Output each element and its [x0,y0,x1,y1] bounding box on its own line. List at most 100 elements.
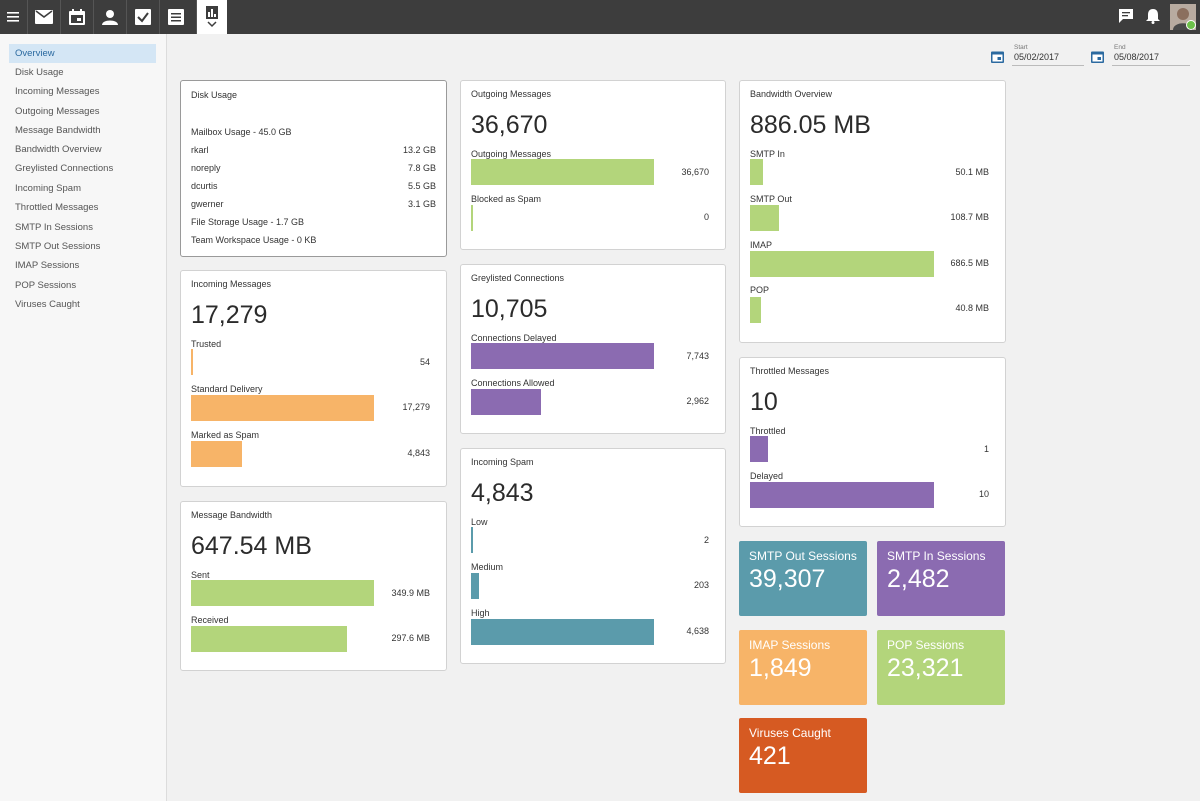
reports-icon[interactable] [196,0,227,34]
message-bandwidth-card[interactable]: Message Bandwidth 647.54 MB Sent 349.9 M… [180,501,447,671]
viruses-caught-tile[interactable]: Viruses Caught 421 [739,718,867,793]
bar [471,573,480,599]
bar-label: POP [750,285,770,295]
bar [471,205,473,231]
sidebar-item-smtp-out-sessions[interactable]: SMTP Out Sessions [9,237,156,256]
disk-row-name: rkarl [191,145,209,155]
bar-label: Throttled [750,426,786,436]
bar-value: 2,962 [686,396,709,406]
smtp-in-sessions-tile[interactable]: SMTP In Sessions 2,482 [877,541,1005,616]
sidebar-item-message-bandwidth[interactable]: Message Bandwidth [9,121,156,140]
card-total: 10,705 [471,295,548,323]
bar-label: Sent [191,570,210,580]
bar-label: Low [471,517,488,527]
calendar-icon[interactable] [1091,50,1105,64]
bar [750,436,769,462]
throttled-messages-card[interactable]: Throttled Messages 10 Throttled 1 Delaye… [739,357,1006,527]
sidebar-item-overview[interactable]: Overview [9,44,156,63]
bar-value: 349.9 MB [391,588,430,598]
bar [191,349,193,375]
sidebar: Overview Disk Usage Incoming Messages Ou… [0,34,167,801]
bar [471,159,654,185]
bar-label: High [471,608,490,618]
bar [750,251,934,277]
card-title: Throttled Messages [750,366,830,376]
card-title: Bandwidth Overview [750,89,833,99]
sidebar-item-incoming-spam[interactable]: Incoming Spam [9,179,156,198]
sidebar-item-greylisted-connections[interactable]: Greylisted Connections [9,159,156,178]
bar [191,626,347,652]
contacts-icon[interactable] [93,0,126,34]
tile-title: Viruses Caught [749,726,831,740]
disk-row-name: gwerner [191,199,224,209]
sidebar-item-bandwidth-overview[interactable]: Bandwidth Overview [9,140,156,159]
pop-sessions-tile[interactable]: POP Sessions 23,321 [877,630,1005,705]
outgoing-messages-card[interactable]: Outgoing Messages 36,670 Outgoing Messag… [460,80,726,250]
sidebar-item-throttled-messages[interactable]: Throttled Messages [9,198,156,217]
bar-label: Connections Delayed [471,333,557,343]
bar-value: 2 [703,535,709,545]
tile-title: SMTP Out Sessions [749,549,857,563]
disk-row-value: 7.8 GB [407,163,436,173]
sidebar-item-viruses-caught[interactable]: Viruses Caught [9,295,156,314]
card-title: Disk Usage [191,90,238,100]
bar-value: 0 [703,212,709,222]
bar-label: SMTP In [750,149,785,159]
sidebar-item-imap-sessions[interactable]: IMAP Sessions [9,256,156,275]
bar-value: 4,843 [407,448,430,458]
bar-label: Medium [471,562,504,572]
smtp-out-sessions-tile[interactable]: SMTP Out Sessions 39,307 [739,541,867,616]
chat-icon[interactable] [1118,8,1136,26]
file-storage-usage: File Storage Usage - 1.7 GB [191,217,305,227]
sidebar-item-outgoing-messages[interactable]: Outgoing Messages [9,102,156,121]
card-total: 17,279 [191,301,268,329]
sidebar-item-smtp-in-sessions[interactable]: SMTP In Sessions [9,218,156,237]
sidebar-item-disk-usage[interactable]: Disk Usage [9,63,156,82]
team-workspace-usage: Team Workspace Usage - 0 KB [191,235,317,245]
bar-label: Trusted [191,339,222,349]
bar-value: 36,670 [681,167,709,177]
card-title: Outgoing Messages [471,89,552,99]
bar [750,205,780,231]
card-total: 886.05 MB [750,111,871,139]
tasks-icon[interactable] [126,0,159,34]
card-title: Greylisted Connections [471,273,565,283]
hamburger-menu-icon[interactable] [0,0,26,34]
end-date-label: End [1114,44,1126,51]
imap-sessions-tile[interactable]: IMAP Sessions 1,849 [739,630,867,705]
bar [191,441,243,467]
tile-value: 39,307 [749,565,826,593]
avatar[interactable] [1170,4,1196,30]
incoming-messages-card[interactable]: Incoming Messages 17,279 Trusted 54 Stan… [180,270,447,487]
end-date-value[interactable]: 05/08/2017 [1114,52,1159,62]
bar [471,389,541,415]
sidebar-item-incoming-messages[interactable]: Incoming Messages [9,82,156,101]
mail-icon[interactable] [27,0,60,34]
notes-icon[interactable] [159,0,192,34]
card-total: 647.54 MB [191,532,312,560]
incoming-spam-card[interactable]: Incoming Spam 4,843 Low 2 Medium 203 Hig… [460,448,726,664]
bell-icon[interactable] [1145,8,1163,26]
top-bar [0,0,1200,34]
start-date-value[interactable]: 05/02/2017 [1014,52,1059,62]
disk-row-value: 3.1 GB [407,199,436,209]
bar-label: IMAP [750,240,773,250]
card-title: Message Bandwidth [191,510,273,520]
bandwidth-overview-card[interactable]: Bandwidth Overview 886.05 MB SMTP In 50.… [739,80,1006,343]
bar-value: 108.7 MB [950,212,989,222]
greylisted-connections-card[interactable]: Greylisted Connections 10,705 Connection… [460,264,726,434]
bar-value: 4,638 [686,626,709,636]
disk-row-name: dcurtis [191,181,218,191]
bar [191,395,374,421]
bar-value: 17,279 [402,402,430,412]
bar-value: 297.6 MB [391,633,430,643]
end-date-underline [1112,65,1190,66]
bar-value: 686.5 MB [950,258,989,268]
start-date-label: Start [1014,44,1028,51]
calendar-icon[interactable] [991,50,1005,64]
sidebar-item-pop-sessions[interactable]: POP Sessions [9,276,156,295]
card-title: Incoming Spam [471,457,534,467]
disk-usage-card[interactable]: Disk Usage Mailbox Usage - 45.0 GB rkarl… [180,80,447,257]
calendar-icon[interactable] [60,0,93,34]
bar-label: SMTP Out [750,194,792,204]
